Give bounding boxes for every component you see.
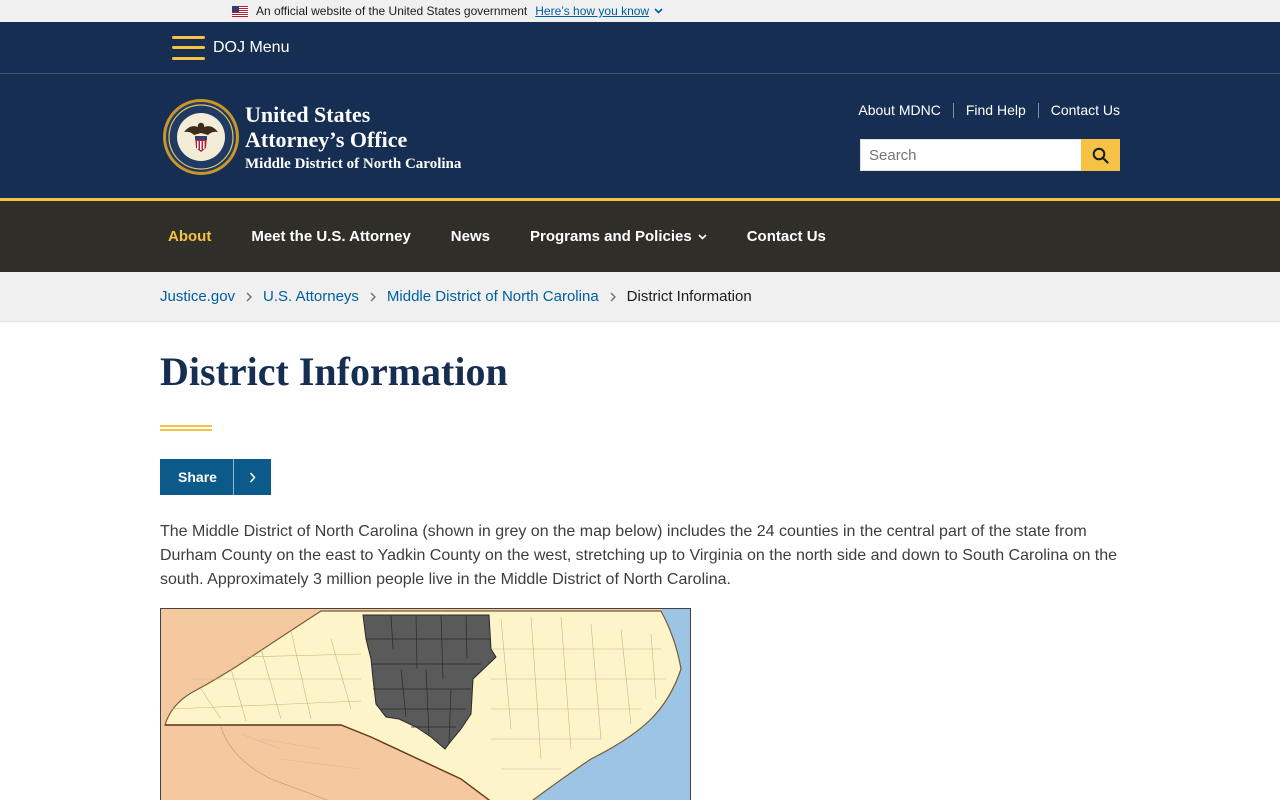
hamburger-icon bbox=[172, 35, 205, 60]
nav-item-label: News bbox=[450, 228, 490, 245]
how-you-know-link[interactable]: Here’s how you know bbox=[535, 4, 663, 18]
chevron-right-icon bbox=[610, 291, 616, 302]
intro-paragraph: The Middle District of North Carolina (s… bbox=[160, 523, 1118, 588]
search-input[interactable] bbox=[860, 139, 1081, 171]
site-header: United States Attorney’s Office Middle D… bbox=[0, 74, 1280, 198]
nav-item-label: Meet the U.S. Attorney bbox=[251, 228, 411, 245]
nav-item-contact-us[interactable]: Contact Us bbox=[747, 228, 826, 245]
gov-banner: An official website of the United States… bbox=[0, 0, 1280, 22]
nav-item-about[interactable]: About bbox=[168, 228, 211, 245]
site-title-line2: Attorney’s Office bbox=[245, 127, 408, 152]
nav-item-label: Contact Us bbox=[746, 228, 826, 245]
breadcrumb-current: District Information bbox=[626, 288, 752, 305]
utility-link-about-mdnc[interactable]: About MDNC bbox=[858, 103, 952, 118]
site-subtitle: Middle District of North Carolina bbox=[245, 156, 462, 172]
breadcrumb-link-justice[interactable]: Justice.gov bbox=[160, 288, 235, 305]
chevron-down-icon bbox=[698, 233, 707, 240]
utility-nav: About MDNC Find Help Contact Us bbox=[858, 103, 1120, 118]
share-label: Share bbox=[178, 469, 217, 485]
district-map-image bbox=[160, 608, 691, 800]
nav-item-meet-attorney[interactable]: Meet the U.S. Attorney bbox=[251, 228, 410, 245]
doj-menu-button[interactable]: DOJ Menu bbox=[172, 35, 290, 60]
chevron-down-icon bbox=[654, 8, 663, 14]
chevron-right-icon bbox=[370, 291, 376, 302]
gov-banner-text: An official website of the United States… bbox=[256, 4, 528, 18]
utility-link-find-help[interactable]: Find Help bbox=[952, 103, 1038, 118]
main-nav: About Meet the U.S. Attorney News Progra… bbox=[0, 198, 1280, 272]
search-button[interactable] bbox=[1081, 139, 1120, 171]
nav-item-label: Programs and Policies bbox=[529, 228, 692, 245]
us-flag-icon bbox=[232, 5, 248, 17]
site-title-line1: United States bbox=[245, 102, 371, 127]
breadcrumb-link-us-attorneys[interactable]: U.S. Attorneys bbox=[263, 288, 359, 305]
breadcrumb: Justice.gov U.S. Attorneys Middle Distri… bbox=[0, 272, 1280, 322]
nav-item-label: About bbox=[168, 228, 212, 245]
share-button[interactable]: Share bbox=[160, 459, 271, 495]
main-content: District Information Share The Middle Di… bbox=[0, 349, 1280, 800]
site-title[interactable]: United States Attorney’s Office Middle D… bbox=[245, 102, 461, 174]
doj-menu-label: DOJ Menu bbox=[213, 38, 290, 56]
doj-menu-bar: DOJ Menu bbox=[0, 22, 1280, 74]
chevron-right-icon bbox=[234, 472, 271, 483]
breadcrumb-link-mdnc[interactable]: Middle District of North Carolina bbox=[387, 288, 599, 305]
nc-map-graphic bbox=[161, 609, 690, 800]
search-box bbox=[860, 139, 1120, 171]
page-title: District Information bbox=[160, 349, 508, 394]
search-icon bbox=[1092, 147, 1109, 164]
nav-item-programs-policies[interactable]: Programs and Policies bbox=[530, 228, 707, 245]
doj-seal-icon[interactable] bbox=[162, 98, 240, 176]
chevron-right-icon bbox=[246, 291, 253, 302]
title-divider bbox=[160, 425, 212, 431]
how-you-know-label: Here’s how you know bbox=[535, 4, 650, 18]
nav-item-news[interactable]: News bbox=[451, 228, 490, 245]
utility-link-contact-us[interactable]: Contact Us bbox=[1037, 103, 1120, 118]
